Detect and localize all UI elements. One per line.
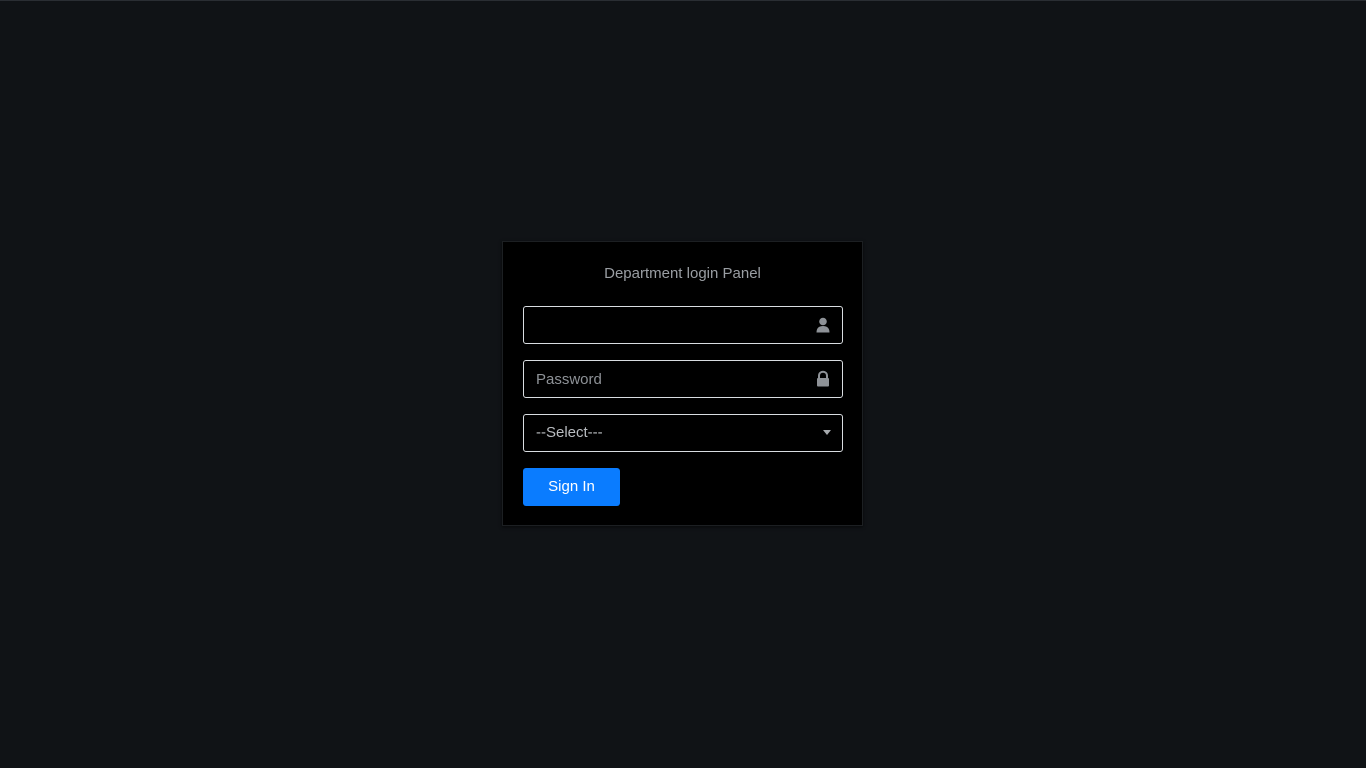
department-select-value[interactable]: --Select---	[524, 415, 842, 451]
sign-in-button[interactable]: Sign In	[523, 468, 620, 506]
password-field[interactable]	[523, 360, 843, 398]
username-input[interactable]	[524, 307, 842, 343]
login-panel: Department login Panel --Select--- Sign …	[502, 241, 863, 526]
user-icon	[816, 317, 830, 333]
department-select[interactable]: --Select---	[523, 414, 843, 452]
top-border-line	[0, 0, 1366, 1]
chevron-down-icon[interactable]	[823, 430, 831, 435]
lock-icon	[817, 370, 829, 387]
password-input[interactable]	[524, 361, 842, 397]
username-field[interactable]	[523, 306, 843, 344]
panel-title: Department login Panel	[604, 265, 761, 282]
